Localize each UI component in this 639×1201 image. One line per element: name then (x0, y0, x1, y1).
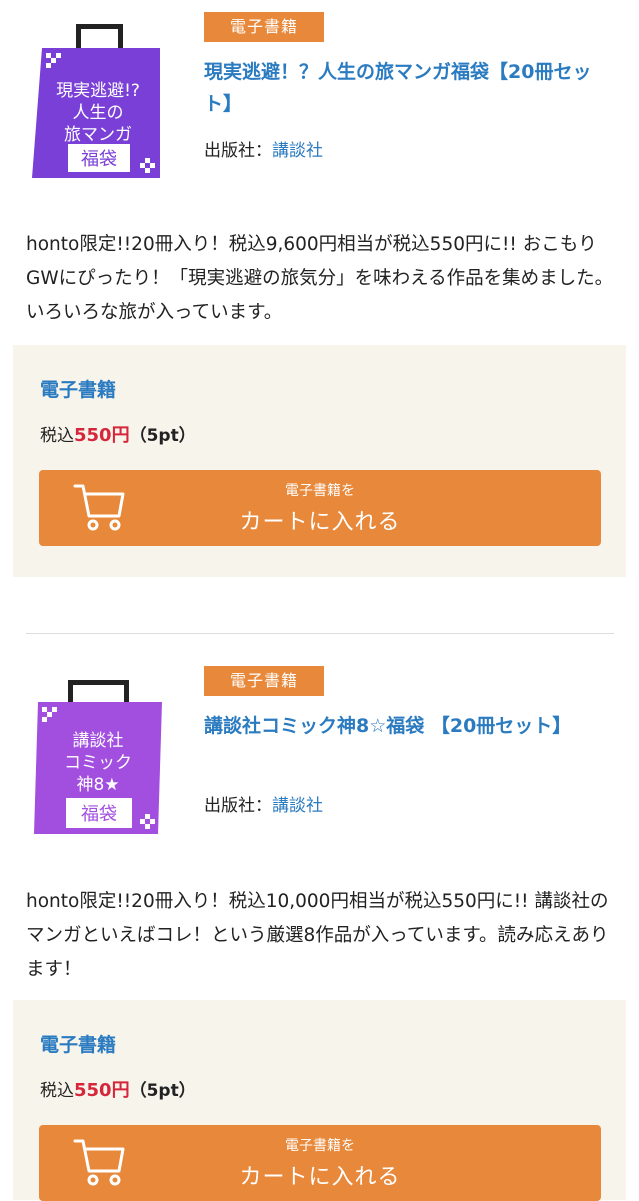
cart-button-label: カートに入れる (239, 1165, 401, 1190)
bag-tag: 福袋 (81, 804, 117, 825)
fukubukuro-bag-image[interactable]: 講談社 コミック 神8★ 福袋 (28, 676, 168, 836)
publisher-row: 出版社：講談社 (204, 136, 323, 161)
product-title-link[interactable]: 現実逃避！？人生の旅マンガ福袋【20冊セット】 (204, 56, 604, 120)
format-badge: 電子書籍 (204, 12, 325, 42)
price-prefix: 税込 (40, 1081, 74, 1101)
add-to-cart-button[interactable]: 電子書籍を カートに入れる (39, 1125, 601, 1201)
purchase-panel: 電子書籍 税込550円（5pt） 電子書籍を カートに入れる (13, 1000, 626, 1201)
publisher-row: 出版社：講談社 (204, 791, 323, 816)
bag-text-line2: 人生の (73, 103, 124, 123)
product-description: honto限定!!20冊入り！税込10,000円相当が税込550円に!! 講談社… (26, 891, 609, 980)
add-to-cart-button[interactable]: 電子書籍を カートに入れる (39, 470, 601, 546)
bag-text-line3: 旅マンガ (64, 125, 132, 145)
bag-tag: 福袋 (81, 149, 117, 170)
price-amount: 550円 (74, 425, 130, 446)
bag-text-line1: 講談社 (73, 731, 124, 751)
price-row: 税込550円（5pt） (40, 421, 196, 447)
points: （5pt） (129, 1081, 196, 1101)
cart-button-label: カートに入れる (239, 510, 401, 535)
price-prefix: 税込 (40, 426, 74, 446)
points: （5pt） (129, 426, 196, 446)
product-divider (26, 633, 614, 634)
purchase-format-label: 電子書籍 (40, 379, 117, 401)
price-row: 税込550円（5pt） (40, 1076, 196, 1102)
publisher-label: 出版社： (204, 796, 272, 816)
publisher-label: 出版社： (204, 141, 272, 161)
bag-text-line1: 現実逃避!? (56, 81, 140, 101)
price-amount: 550円 (74, 1080, 130, 1101)
publisher-link[interactable]: 講談社 (272, 141, 323, 161)
bag-text-line3: 神8★ (76, 775, 119, 795)
fukubukuro-bag-image[interactable]: 現実逃避!? 人生の 旅マンガ 福袋 (28, 20, 168, 180)
bag-text-line2: コミック (64, 753, 132, 773)
purchase-format-label: 電子書籍 (40, 1034, 117, 1056)
format-badge: 電子書籍 (204, 666, 325, 696)
purchase-panel: 電子書籍 税込550円（5pt） 電子書籍を カートに入れる (13, 345, 626, 577)
product-title-link[interactable]: 講談社コミック神8☆福袋 【20冊セット】 (204, 710, 604, 742)
cart-button-sublabel: 電子書籍を (285, 1138, 355, 1154)
cart-button-sublabel: 電子書籍を (285, 483, 355, 499)
publisher-link[interactable]: 講談社 (272, 796, 323, 816)
product-description: honto限定!!20冊入り！税込9,600円相当が税込550円に!! おこもり… (26, 234, 614, 323)
